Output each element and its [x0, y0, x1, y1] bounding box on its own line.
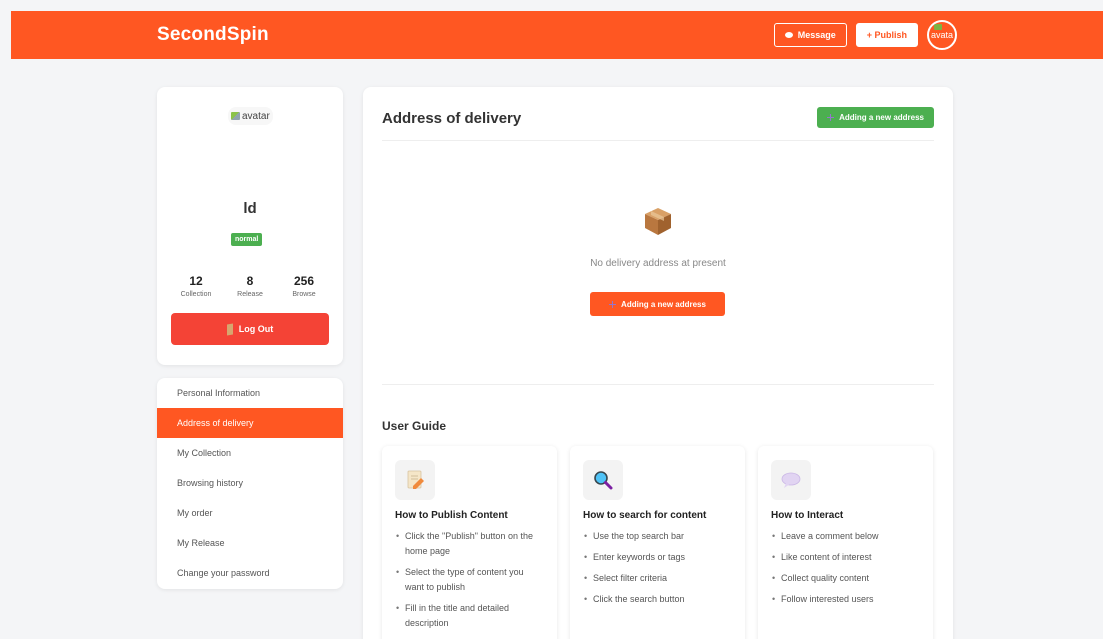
door-icon [226, 322, 233, 336]
guide-card-heading: How to search for content [583, 510, 707, 521]
sidebar-item-label: Personal Information [177, 388, 261, 398]
page-title: Address of delivery [382, 110, 522, 127]
sidebar-item-address-of-delivery[interactable]: Address of delivery [157, 408, 343, 438]
add-address-button-empty[interactable]: Adding a new address [590, 292, 725, 316]
stat-value: 8 [246, 274, 254, 288]
profile-stats: 12 Collection 8 Release 256 Browse [171, 274, 329, 298]
sparkle-icon [827, 114, 835, 121]
profile-avatar-alt: avatar [242, 110, 270, 122]
message-icon [784, 32, 793, 38]
stat-release[interactable]: 8 Release [225, 274, 275, 298]
guide-card-steps: Click the "Publish" button on the home p… [395, 529, 544, 631]
sidebar-menu: Personal Information Address of delivery… [157, 378, 343, 589]
profile-avatar: avatar [228, 107, 273, 125]
add-address-label: Adding a new address [621, 299, 706, 309]
avatar-alt-text: avata [930, 30, 954, 40]
publish-button-label: + Publish [866, 30, 907, 40]
sidebar-item-label: Address of delivery [177, 418, 254, 428]
sidebar-item-browsing-history[interactable]: Browsing history [157, 468, 343, 498]
package-box-icon [645, 208, 671, 235]
guide-step: Click the search button [583, 592, 732, 607]
sidebar-item-my-release[interactable]: My Release [157, 528, 343, 558]
stat-browse[interactable]: 256 Browse [279, 274, 329, 298]
guide-card-interact: How to Interact Leave a comment below Li… [758, 446, 933, 639]
sparkle-icon [609, 300, 617, 308]
guide-card-search: How to search for content Use the top se… [570, 446, 745, 639]
pencil-paper-icon [395, 460, 435, 500]
user-guide-title: User Guide [382, 419, 447, 433]
user-guide-cards: How to Publish Content Click the "Publis… [382, 446, 934, 639]
app-frame: SecondSpin Message + Publish avata avata… [11, 11, 1103, 639]
guide-step: Leave a comment below [771, 529, 920, 544]
main-panel: Address of delivery Adding a new address… [363, 87, 953, 639]
username: ld [243, 200, 257, 217]
top-actions: Message + Publish avata [773, 20, 957, 50]
sidebar-item-label: My order [177, 508, 213, 518]
stat-value: 256 [293, 274, 315, 288]
sidebar-item-label: Browsing history [177, 478, 244, 488]
broken-image-icon [231, 112, 240, 120]
sidebar-item-my-order[interactable]: My order [157, 498, 343, 528]
add-address-label: Adding a new address [839, 113, 924, 122]
guide-step: Fill in the title and detailed descripti… [395, 601, 544, 631]
guide-step: Collect quality content [771, 571, 920, 586]
broken-image-icon [934, 24, 942, 30]
brand-logo[interactable]: SecondSpin [157, 24, 269, 46]
guide-card-steps: Use the top search bar Enter keywords or… [583, 529, 732, 607]
guide-step: Use the top search bar [583, 529, 732, 544]
speech-bubble-icon [771, 460, 811, 500]
divider [382, 384, 934, 385]
guide-card-steps: Leave a comment below Like content of in… [771, 529, 920, 607]
message-button[interactable]: Message [773, 23, 847, 47]
logout-button[interactable]: Log Out [171, 313, 329, 345]
level-badge: normal [231, 233, 263, 246]
profile-card: avatar ld normal 12 Collection 8 Release… [157, 87, 343, 365]
guide-step: Enter keywords or tags [583, 550, 732, 565]
guide-card-heading: How to Interact [771, 510, 844, 521]
stat-label: Browse [292, 291, 316, 298]
guide-card-publish: How to Publish Content Click the "Publis… [382, 446, 557, 639]
stat-label: Release [237, 291, 263, 298]
guide-step: Select filter criteria [583, 571, 732, 586]
sidebar-item-change-password[interactable]: Change your password [157, 558, 343, 588]
sidebar-item-label: Change your password [177, 568, 270, 578]
sidebar-item-label: My Collection [177, 448, 232, 458]
guide-step: Follow interested users [771, 592, 920, 607]
sidebar-item-my-collection[interactable]: My Collection [157, 438, 343, 468]
add-address-button[interactable]: Adding a new address [817, 107, 934, 128]
stat-collection[interactable]: 12 Collection [171, 274, 221, 298]
logout-label: Log Out [238, 324, 274, 334]
stat-label: Collection [180, 291, 212, 298]
stat-value: 12 [189, 274, 203, 288]
guide-step: Like content of interest [771, 550, 920, 565]
empty-state-text: No delivery address at present [590, 258, 726, 269]
sidebar-item-personal-information[interactable]: Personal Information [157, 378, 343, 408]
user-avatar[interactable]: avata [927, 20, 957, 50]
guide-step: Click the "Publish" button on the home p… [395, 529, 544, 559]
guide-card-heading: How to Publish Content [395, 510, 508, 521]
message-button-label: Message [797, 30, 836, 40]
top-bar: SecondSpin Message + Publish avata [11, 11, 1103, 59]
divider [382, 140, 934, 141]
guide-step: Select the type of content you want to p… [395, 565, 544, 595]
sidebar-item-label: My Release [177, 538, 225, 548]
publish-button[interactable]: + Publish [855, 23, 918, 47]
magnifier-icon [583, 460, 623, 500]
